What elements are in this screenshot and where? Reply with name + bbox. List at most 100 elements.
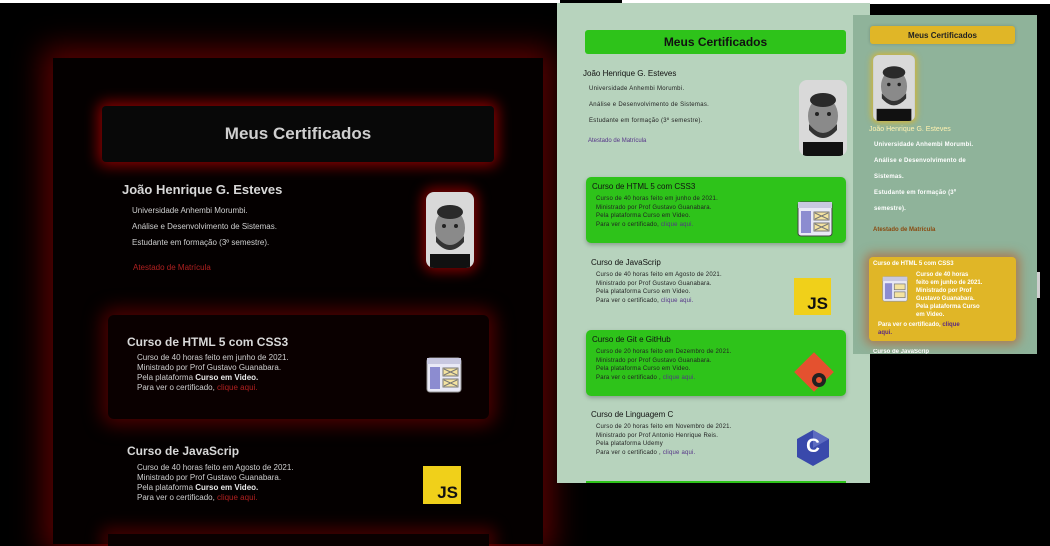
certificate-link[interactable]: clique aqui. xyxy=(217,383,257,392)
cert-line-prefix: Para ver o certificado , xyxy=(596,450,663,457)
page-title: Meus Certificados xyxy=(585,30,846,54)
cert-line: Para ver o certificado, clique xyxy=(878,321,960,329)
page-title-text: Meus Certificados xyxy=(663,35,768,49)
cert-title: Curso de JavaScrip xyxy=(591,258,661,267)
cert-line: Pela plataforma Curso em Video. xyxy=(596,213,691,220)
cert-line: Curso de 40 horas feito em Agosto de 202… xyxy=(137,463,294,472)
next-card-edge xyxy=(108,534,489,546)
profile-name: João Henrique G. Esteves xyxy=(583,69,677,78)
cert-line: Ministrado por Prof Gustavo Guanabara. xyxy=(596,280,712,287)
cert-details: Curso de 40 horas feito em junho de 2021… xyxy=(596,195,718,230)
cert-line: Curso de 40 horas feito em Agosto de 202… xyxy=(596,272,722,278)
cert-details: Curso de 40 horas feito em Agosto de 202… xyxy=(137,463,294,503)
javascript-icon: JS xyxy=(423,466,461,504)
certificate-link[interactable]: clique aqui. xyxy=(663,450,696,456)
cert-line: em Video. xyxy=(916,312,945,318)
cert-title: Curso de HTML 5 com CSS3 xyxy=(873,261,954,267)
html-editor-icon xyxy=(426,357,462,398)
scrollbar[interactable] xyxy=(1037,272,1040,298)
cert-line-prefix: Para ver o certificado , xyxy=(596,375,663,382)
js-icon-label: JS xyxy=(807,294,828,313)
cert-title: Curso de Linguagem C xyxy=(591,410,674,419)
cert-line-prefix: Pela plataforma xyxy=(137,373,196,382)
cert-line-prefix: Para ver o certificado, xyxy=(137,383,218,392)
profile-name: João Henrique G. Esteves xyxy=(122,182,283,197)
cert-line: Ministrado por Prof Gustavo Guanabara. xyxy=(596,357,712,364)
page-title: Meus Certificados xyxy=(870,26,1015,44)
cert-line-prefix: Pela plataforma xyxy=(137,483,196,492)
cert-link-line: Para ver o certificado, clique aqui. xyxy=(878,321,960,337)
cert-line: Para ver o certificado, clique aqui. xyxy=(137,383,289,393)
cert-line: Curso de 40 horas feito em junho de 2021… xyxy=(596,196,718,202)
cert-line-prefix: Para ver o certificado, xyxy=(596,298,661,305)
profile-status: Estudante em formação (3º semestre). xyxy=(589,118,703,124)
cert-line: Para ver o certificado, clique aqui. xyxy=(596,297,722,306)
certificate-link[interactable]: clique aqui. xyxy=(663,375,696,381)
cert-title: Curso de JavaScrip xyxy=(873,349,930,354)
profile-status: Estudante em formação (3º semestre). xyxy=(132,238,270,247)
cert-line: Ministrado por Prof xyxy=(916,288,972,294)
profile-course: Análise e Desenvolvimento de Sistemas. xyxy=(132,222,277,231)
cert-title: Curso de JavaScrip xyxy=(127,444,240,458)
cert-line: Ministrado por Prof Gustavo Guanabara. xyxy=(137,473,282,482)
atestado-link[interactable]: Atestado de Matrícula xyxy=(133,263,211,272)
profile-university: Universidade Anhembi Morumbi. xyxy=(132,206,248,215)
atestado-link[interactable]: Atestado de Matrícula xyxy=(588,138,646,144)
javascript-icon: JS xyxy=(794,278,831,315)
cert-line: Ministrado por Prof Gustavo Guanabara. xyxy=(137,363,282,372)
profile-university: Universidade Anhembi Morumbi. xyxy=(589,86,685,92)
cert-line: Curso de 20 horas feito em Novembro de 2… xyxy=(596,424,732,430)
git-icon xyxy=(794,352,834,397)
cert-line: Gustavo Guanabara. xyxy=(916,296,975,302)
avatar xyxy=(799,80,847,156)
cert-line: Para ver o certificado , clique aqui. xyxy=(596,449,732,458)
avatar xyxy=(426,192,474,268)
cert-line: Pela plataforma Curso xyxy=(916,304,980,310)
cert-line: aqui. xyxy=(878,329,960,337)
profile-status: Estudante em formação (3º xyxy=(874,190,957,196)
cert-details: Curso de 20 horas feito em Novembro de 2… xyxy=(596,423,732,458)
cert-line: Para ver o certificado, clique aqui. xyxy=(596,221,718,230)
cert-line: Curso de 40 horas xyxy=(916,272,969,278)
cert-line: Ministrado por Prof Antonio Henrique Rei… xyxy=(596,432,719,439)
cert-line: Pela plataforma Curso em Video. xyxy=(596,366,691,373)
cert-title: Curso de HTML 5 com CSS3 xyxy=(127,335,289,349)
cert-title: Curso de HTML 5 com CSS3 xyxy=(592,182,696,191)
js-icon-label: JS xyxy=(437,483,458,502)
profile-name: João Henrique G. Esteves xyxy=(869,126,951,133)
cert-line: Curso de 20 horas feito em Dezembro de 2… xyxy=(596,349,732,355)
cert-platform: Curso em Video. xyxy=(195,483,259,492)
cert-line-prefix: Para ver o certificado, xyxy=(137,493,218,502)
cert-details: Curso de 20 horas feito em Dezembro de 2… xyxy=(596,348,732,383)
page-title-text: Meus Certificados xyxy=(908,30,977,40)
cert-details: Curso de 40 horas feito em Agosto de 202… xyxy=(596,271,722,306)
profile-course-cont: Sistemas. xyxy=(874,174,904,180)
certificate-link[interactable]: clique aqui. xyxy=(661,222,694,228)
certificate-link[interactable]: clique xyxy=(942,322,959,328)
next-card-edge xyxy=(586,481,846,483)
cert-line: Ministrado por Prof Gustavo Guanabara. xyxy=(596,204,712,211)
cert-line: Pela plataforma Curso em Video. xyxy=(137,483,294,493)
cert-line-prefix: Para ver o certificado, xyxy=(596,222,661,229)
cert-line: feito em junho de 2021. xyxy=(916,280,983,286)
certificate-link[interactable]: clique aqui. xyxy=(661,298,694,304)
page-title-text: Meus Certificados xyxy=(224,124,372,143)
cert-line: Para ver o certificado , clique aqui. xyxy=(596,374,732,383)
cert-title: Curso de Git e GitHub xyxy=(592,335,671,344)
profile-course: Análise e Desenvolvimento de xyxy=(874,158,966,164)
cert-details: Curso de 40 horas feito em junho de 2021… xyxy=(137,353,289,393)
cert-line-prefix: Para ver o certificado, xyxy=(878,322,943,328)
profile-status-cont: semestre). xyxy=(874,206,907,212)
cert-details: Curso de 40 horas feito em junho de 2021… xyxy=(916,271,982,319)
c-icon-label: C xyxy=(806,436,820,457)
certificate-link[interactable]: clique aqui. xyxy=(217,493,257,502)
certificate-link-cont[interactable]: aqui. xyxy=(878,330,892,336)
html-editor-icon xyxy=(797,201,833,242)
atestado-link[interactable]: Atestado de Matrícula xyxy=(873,227,935,233)
cert-line: Curso de 40 horas feito em junho de 2021… xyxy=(137,353,289,362)
cert-line: Pela plataforma Curso em Video. xyxy=(596,289,691,296)
cert-platform: Curso em Video. xyxy=(195,373,259,382)
cert-line: Pela plataforma Udemy xyxy=(596,441,663,448)
c-language-icon: C xyxy=(795,429,831,472)
cert-line: Para ver o certificado, clique aqui. xyxy=(137,493,294,503)
